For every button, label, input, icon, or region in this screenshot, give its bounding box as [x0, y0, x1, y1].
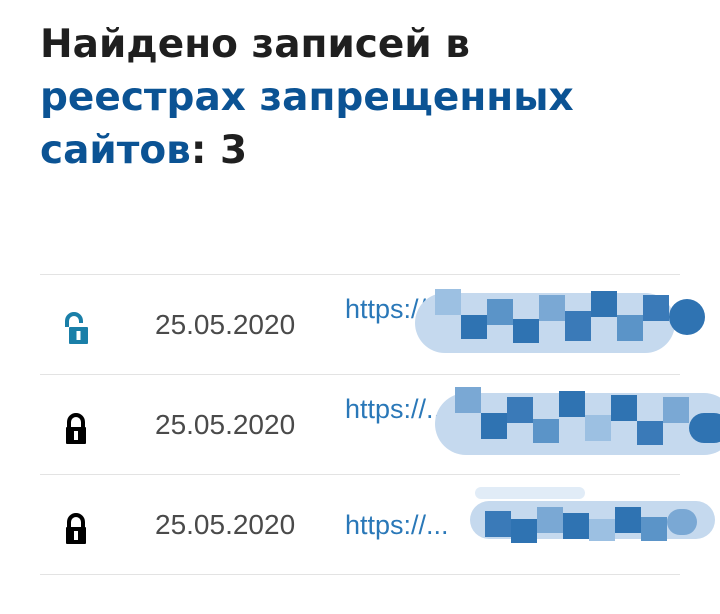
banned-sites-registry-link[interactable]: реестрах запрещенных сайтов	[40, 75, 574, 173]
page-title: Найдено записей в реестрах запрещенных с…	[40, 18, 680, 177]
record-row: 25.05.2020 https://...	[40, 375, 720, 475]
record-url[interactable]: https://...	[345, 509, 680, 543]
record-date: 25.05.2020	[155, 409, 296, 440]
record-date: 25.05.2020	[155, 509, 296, 540]
record-url[interactable]: https://...	[345, 293, 680, 357]
locked-padlock-icon	[66, 413, 86, 444]
unlocked-padlock-icon	[65, 312, 88, 344]
record-url[interactable]: https://...	[345, 393, 680, 457]
record-date: 25.05.2020	[155, 309, 296, 340]
record-row: 25.05.2020 https://...	[40, 475, 715, 575]
records-list: 25.05.2020 https://... 25.05.2020 https:…	[40, 274, 720, 575]
locked-padlock-icon	[66, 513, 86, 544]
title-count: : 3	[190, 128, 248, 173]
record-row: 25.05.2020 https://...	[40, 275, 705, 375]
title-prefix: Найдено записей в	[40, 22, 470, 67]
